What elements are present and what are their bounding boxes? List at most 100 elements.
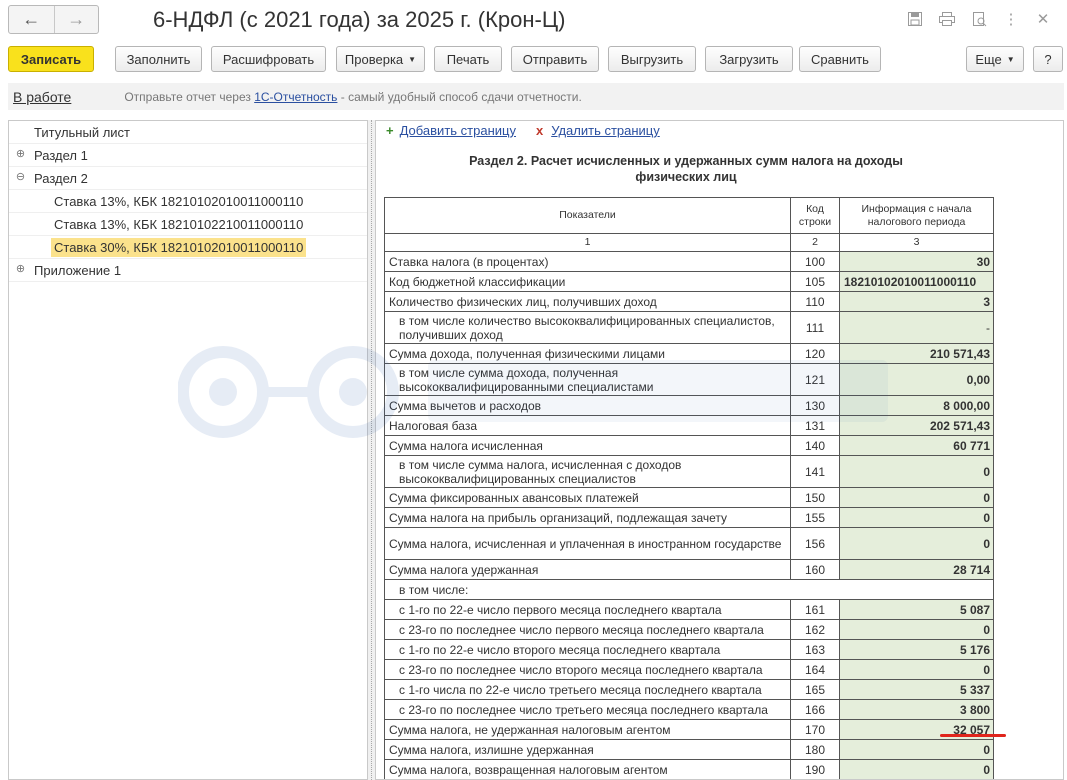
row-code-cell: 100 bbox=[790, 251, 840, 272]
caret-down-icon: ▼ bbox=[1006, 54, 1015, 64]
delete-page-link[interactable]: Удалить страницу bbox=[551, 123, 660, 138]
save-button[interactable]: Записать bbox=[8, 46, 94, 72]
table-row: с 1-го числа по 22-е число третьего меся… bbox=[384, 679, 994, 700]
tree-item-label: Приложение 1 bbox=[34, 262, 122, 278]
tree-item-rate-13-a[interactable]: Ставка 13%, КБК 18210102010011000110 bbox=[9, 190, 367, 213]
table-body: Ставка налога (в процентах) 100 30 Код бюдж… bbox=[384, 251, 994, 779]
value-input-cell[interactable]: 0 bbox=[839, 455, 994, 488]
value-input-cell[interactable]: 5 337 bbox=[839, 679, 994, 700]
tree-item-title-page[interactable]: Титульный лист bbox=[9, 121, 367, 144]
print-icon[interactable] bbox=[931, 8, 963, 30]
col-header-code: Код строки bbox=[790, 197, 840, 234]
value-input-cell[interactable]: 18210102010011000110 bbox=[839, 271, 994, 292]
delete-page-action[interactable]: x Удалить страницу bbox=[536, 123, 660, 138]
decode-button[interactable]: Расшифровать bbox=[211, 46, 326, 72]
tree-item-label: Раздел 2 bbox=[34, 170, 88, 186]
table-row: в том числе сумма налога, исчисленная с … bbox=[384, 455, 994, 488]
table-row: Сумма фиксированных авансовых платежей 15… bbox=[384, 487, 994, 508]
tree-item-section-1[interactable]: ⊕ Раздел 1 bbox=[9, 144, 367, 167]
indicator-name-cell: в том числе сумма дохода, полученная выс… bbox=[384, 363, 791, 396]
collapse-minus-icon[interactable]: ⊖ bbox=[15, 172, 26, 183]
indicator-name-cell: Сумма налога удержанная bbox=[384, 559, 791, 580]
panel-splitter[interactable] bbox=[367, 120, 376, 780]
indicator-name-cell: Сумма вычетов и расходов bbox=[384, 395, 791, 416]
tree-item-appendix-1[interactable]: ⊕ Приложение 1 bbox=[9, 259, 367, 282]
row-code-cell: 160 bbox=[790, 559, 840, 580]
row-code-cell: 105 bbox=[790, 271, 840, 292]
compare-button[interactable]: Сравнить bbox=[799, 46, 881, 72]
value-input-cell[interactable]: 0 bbox=[839, 739, 994, 760]
value-input-cell[interactable]: 202 571,43 bbox=[839, 415, 994, 436]
row-code-cell: 166 bbox=[790, 699, 840, 720]
highlight-underline bbox=[940, 734, 1006, 737]
upload-button[interactable]: Выгрузить bbox=[608, 46, 696, 72]
indicator-name-cell: с 1-го числа по 22-е число третьего меся… bbox=[384, 679, 791, 700]
table-row: Сумма налога, исчисленная и уплаченная в… bbox=[384, 527, 994, 560]
value-input-cell[interactable]: 0 bbox=[839, 527, 994, 560]
caret-down-icon: ▼ bbox=[408, 54, 417, 64]
add-page-link[interactable]: Добавить страницу bbox=[400, 123, 516, 138]
indicator-name-cell: в том числе количество высококвалифициро… bbox=[384, 311, 791, 344]
info-text-after: - самый удобный способ сдачи отчетности. bbox=[337, 89, 582, 104]
col-header-code-line2: строки bbox=[798, 215, 832, 228]
value-input-cell[interactable]: 0 bbox=[839, 507, 994, 528]
send-button[interactable]: Отправить bbox=[511, 46, 599, 72]
print-button[interactable]: Печать bbox=[434, 46, 502, 72]
table-row: Сумма налога на прибыль организаций, под… bbox=[384, 507, 994, 528]
forward-button[interactable]: → bbox=[53, 6, 99, 33]
row-code-cell: 155 bbox=[790, 507, 840, 528]
value-input-cell[interactable]: 0,00 bbox=[839, 363, 994, 396]
status-link[interactable]: В работе bbox=[13, 89, 71, 105]
tree-item-rate-30[interactable]: Ставка 30%, КБК 18210102010011000110 bbox=[9, 236, 367, 259]
preview-icon[interactable] bbox=[963, 8, 995, 30]
indicator-name-cell: Налоговая база bbox=[384, 415, 791, 436]
value-input-cell[interactable]: 8 000,00 bbox=[839, 395, 994, 416]
value-input-cell[interactable]: 28 714 bbox=[839, 559, 994, 580]
reporting-link[interactable]: 1С-Отчетность bbox=[254, 90, 337, 104]
tree-item-label: Титульный лист bbox=[34, 124, 131, 140]
value-input-cell[interactable]: 30 bbox=[839, 251, 994, 272]
expand-plus-icon[interactable]: ⊕ bbox=[15, 149, 26, 160]
check-dropdown-button[interactable]: Проверка ▼ bbox=[336, 46, 425, 72]
indicator-name-cell: Сумма налога на прибыль организаций, под… bbox=[384, 507, 791, 528]
tree-item-section-2[interactable]: ⊖ Раздел 2 bbox=[9, 167, 367, 190]
indicator-name-cell: Код бюджетной классификации bbox=[384, 271, 791, 292]
value-input-cell[interactable]: 5 087 bbox=[839, 599, 994, 620]
row-code-cell: 164 bbox=[790, 659, 840, 680]
value-input-cell[interactable]: 0 bbox=[839, 759, 994, 779]
more-vertical-icon[interactable]: ⋮ bbox=[995, 8, 1027, 30]
value-input-cell[interactable]: 60 771 bbox=[839, 435, 994, 456]
fill-button[interactable]: Заполнить bbox=[115, 46, 202, 72]
load-button[interactable]: Загрузить bbox=[705, 46, 793, 72]
value-input-cell[interactable]: 0 bbox=[839, 659, 994, 680]
value-input-cell[interactable]: 3 bbox=[839, 291, 994, 312]
table-row: с 23-го по последнее число первого месяц… bbox=[384, 619, 994, 640]
indicator-name-cell: в том числе сумма налога, исчисленная с … bbox=[384, 455, 791, 488]
back-button[interactable]: ← bbox=[9, 6, 54, 33]
row-code-cell: 156 bbox=[790, 527, 840, 560]
save-icon[interactable] bbox=[899, 8, 931, 30]
value-input-cell[interactable]: 0 bbox=[839, 487, 994, 508]
row-code-cell: 150 bbox=[790, 487, 840, 508]
row-code-cell: 180 bbox=[790, 739, 840, 760]
tree-item-rate-13-b[interactable]: Ставка 13%, КБК 18210102210011000110 bbox=[9, 213, 367, 236]
table-number-row: 1 2 3 bbox=[384, 233, 994, 252]
expand-plus-icon[interactable]: ⊕ bbox=[15, 264, 26, 275]
value-input-cell[interactable]: 0 bbox=[839, 619, 994, 640]
row-code-cell: 140 bbox=[790, 435, 840, 456]
add-page-action[interactable]: + Добавить страницу bbox=[386, 123, 516, 138]
indicator-name-cell: Сумма налога, не удержанная налоговым аг… bbox=[384, 719, 791, 740]
value-input-cell[interactable]: 3 800 bbox=[839, 699, 994, 720]
value-input-cell[interactable]: 210 571,43 bbox=[839, 343, 994, 364]
more-dropdown-button[interactable]: Еще ▼ bbox=[966, 46, 1024, 72]
close-icon[interactable]: ✕ bbox=[1027, 8, 1059, 30]
value-input-cell[interactable]: - bbox=[839, 311, 994, 344]
table-row: Сумма налога удержанная 160 28 714 bbox=[384, 559, 994, 580]
tree-item-label: Ставка 30%, КБК 18210102010011000110 bbox=[51, 237, 307, 257]
row-code-cell: 110 bbox=[790, 291, 840, 312]
help-button[interactable]: ? bbox=[1033, 46, 1063, 72]
sections-tree: Титульный лист ⊕ Раздел 1 ⊖ Раздел 2 Ста… bbox=[8, 120, 368, 780]
check-label: Проверка bbox=[344, 51, 404, 67]
value-input-cell[interactable]: 5 176 bbox=[839, 639, 994, 660]
table-row: с 23-го по последнее число третьего меся… bbox=[384, 699, 994, 720]
